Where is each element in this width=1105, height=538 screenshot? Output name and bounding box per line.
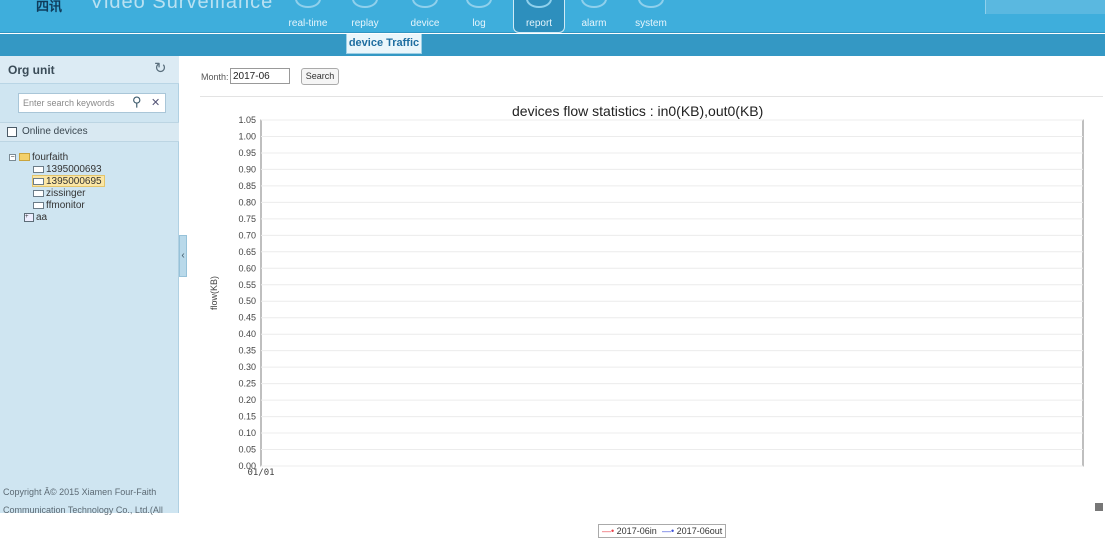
x-tick-label: 01/01 — [247, 468, 274, 478]
plot-frame — [260, 119, 1084, 467]
collapse-sidebar-button[interactable]: ‹ — [179, 235, 187, 277]
traffic-chart: devices flow statistics : in0(KB),out0(K… — [200, 96, 1103, 538]
report-icon — [526, 0, 552, 8]
tree-node-device[interactable]: zissinger — [33, 188, 85, 200]
refresh-icon[interactable]: ↻ — [154, 59, 167, 77]
org-unit-sidebar: Org unit ↻ ⚲ ✕ Online devices − fourfaith… — [0, 56, 179, 515]
nav-label: alarm — [581, 18, 607, 29]
y-tick-label: 0.65 — [238, 247, 256, 257]
tree-label: ffmonitor — [46, 200, 85, 211]
search-button[interactable]: Search — [301, 68, 339, 85]
monitor-icon — [33, 177, 44, 185]
copyright-line: Copyright Â© 2015 Xiamen Four-Faith — [3, 487, 157, 497]
close-icon[interactable]: ✕ — [151, 96, 160, 109]
y-tick-label: 1.05 — [238, 115, 256, 125]
chart-plot: 0.000.050.100.150.200.250.300.350.400.45… — [238, 115, 1084, 478]
nav-label: replay — [351, 18, 379, 29]
y-tick-label: 1.00 — [238, 131, 256, 141]
folder-icon — [19, 153, 30, 162]
copyright-line: Communication Technology Co., Ltd.(All — [3, 505, 163, 515]
legend-label: 2017-06in — [616, 526, 657, 536]
y-tick-label: 0.20 — [238, 395, 256, 405]
y-tick-label: 0.15 — [238, 412, 256, 422]
tab-device-traffic[interactable]: device Traffic — [346, 34, 422, 54]
tree-label: aa — [36, 212, 48, 223]
legend-item-in[interactable]: —• 2017-06in — [602, 526, 657, 536]
replay-icon — [352, 0, 378, 8]
y-tick-label: 0.70 — [238, 230, 256, 240]
month-label: Month: — [201, 72, 229, 82]
nav-label: device — [410, 18, 440, 29]
user-panel[interactable] — [985, 0, 1105, 14]
device-icon — [412, 0, 438, 8]
tree-label: fourfaith — [32, 152, 69, 163]
online-devices-label: Online devices — [22, 126, 88, 137]
nav-label: system — [635, 18, 667, 29]
tree-label: 1395000695 — [46, 176, 102, 187]
alarm-icon — [581, 0, 607, 8]
monitor-icon — [33, 189, 44, 197]
y-tick-label: 0.55 — [238, 280, 256, 290]
top-navigation-bar: 四讯 Video Surveillance real-time replay d… — [0, 0, 1105, 33]
main-content: Month: Search devices flow statistics : … — [188, 56, 1105, 538]
monitor-icon — [33, 165, 44, 173]
sidebar-header: Org unit ↻ — [0, 56, 179, 84]
nav-alarm[interactable]: alarm — [574, 0, 614, 33]
legend-item-out[interactable]: —• 2017-06out — [662, 526, 722, 536]
y-tick-label: 0.80 — [238, 197, 256, 207]
group-icon: + — [24, 212, 34, 222]
y-tick-label: 0.85 — [238, 181, 256, 191]
month-input[interactable] — [230, 68, 290, 84]
nav-report[interactable]: report — [513, 0, 565, 33]
tree-node-device-selected[interactable]: 1395000695 — [32, 175, 105, 187]
monitor-icon — [33, 201, 44, 209]
sidebar-title: Org unit — [8, 63, 55, 77]
y-tick-label: 0.50 — [238, 296, 256, 306]
nav-label: real-time — [288, 18, 328, 29]
nav-label: log — [472, 18, 486, 29]
legend-marker-out: —• — [662, 526, 675, 536]
nav-label: report — [525, 18, 553, 29]
search-icon[interactable]: ⚲ — [132, 94, 142, 110]
search-input[interactable] — [23, 96, 127, 110]
nav-replay[interactable]: replay — [344, 0, 386, 33]
collapse-icon[interactable]: − — [9, 153, 16, 161]
tree-label: 1395000693 — [46, 164, 102, 175]
nav-real-time[interactable]: real-time — [282, 0, 334, 33]
legend-marker-in: —• — [602, 526, 615, 536]
y-tick-label: 0.40 — [238, 329, 256, 339]
y-tick-label: 0.90 — [238, 164, 256, 174]
online-devices-filter: Online devices — [0, 122, 179, 142]
tree-node-group-aa[interactable]: + aa — [24, 212, 47, 224]
tree-node-fourfaith[interactable]: − fourfaith — [9, 152, 68, 164]
y-tick-label: 0.10 — [238, 428, 256, 438]
nav-system[interactable]: system — [628, 0, 674, 33]
y-tick-label: 0.95 — [238, 148, 256, 158]
nav-log[interactable]: log — [464, 0, 494, 33]
app-title: Video Surveillance — [90, 0, 274, 13]
real-time-icon — [295, 0, 321, 8]
tree-node-device[interactable]: ffmonitor — [33, 200, 85, 212]
resize-grip-icon[interactable] — [1095, 503, 1103, 511]
tree-label: zissinger — [46, 188, 86, 199]
y-tick-label: 0.45 — [238, 313, 256, 323]
copyright-text: Copyright Â© 2015 Xiamen Four-Faith Comm… — [0, 483, 179, 519]
system-icon — [638, 0, 664, 8]
y-tick-label: 0.35 — [238, 346, 256, 356]
y-tick-label: 0.30 — [238, 362, 256, 372]
log-icon — [466, 0, 492, 8]
legend-label: 2017-06out — [676, 526, 723, 536]
y-tick-label: 0.25 — [238, 379, 256, 389]
y-tick-label: 0.05 — [238, 445, 256, 455]
search-box: ⚲ ✕ — [18, 93, 166, 113]
nav-device[interactable]: device — [402, 0, 448, 33]
sub-navigation-bar — [0, 34, 1105, 56]
y-tick-label: 0.75 — [238, 214, 256, 224]
logo-icon: 四讯 — [36, 0, 63, 14]
y-tick-label: 0.60 — [238, 263, 256, 273]
chart-legend: —• 2017-06in —• 2017-06out — [598, 524, 726, 538]
online-devices-checkbox[interactable] — [7, 127, 17, 137]
